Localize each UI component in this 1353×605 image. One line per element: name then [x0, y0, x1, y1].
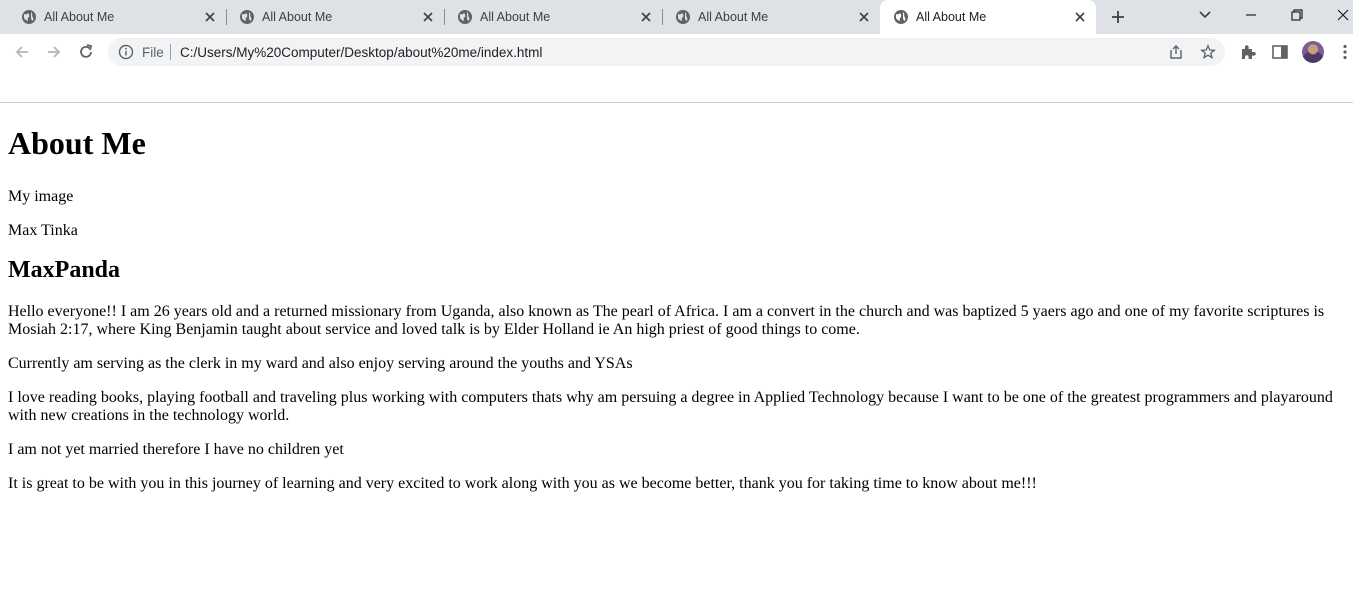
reload-icon[interactable] — [76, 42, 96, 62]
close-icon[interactable] — [1333, 5, 1353, 25]
globe-icon — [22, 10, 36, 24]
address-bar[interactable]: File C:/Users/My%20Computer/Desktop/abou… — [108, 38, 1225, 66]
back-arrow-icon[interactable] — [12, 42, 32, 62]
side-panel-icon[interactable] — [1270, 42, 1290, 62]
globe-icon — [894, 10, 908, 24]
star-icon[interactable] — [1200, 44, 1216, 60]
avatar[interactable] — [1302, 41, 1324, 63]
tab-title: All About Me — [480, 10, 551, 24]
url-text[interactable]: C:/Users/My%20Computer/Desktop/about%20m… — [180, 45, 542, 60]
forward-arrow-icon[interactable] — [44, 42, 64, 62]
tab-title: All About Me — [916, 10, 987, 24]
scheme-label: File — [142, 45, 164, 60]
plus-icon[interactable] — [1108, 7, 1128, 27]
chevron-down-icon[interactable] — [1195, 5, 1215, 25]
share-icon[interactable] — [1168, 44, 1184, 60]
tab-1[interactable]: All About Me — [8, 0, 226, 34]
bio-paragraph-1: Hello everyone!! I am 26 years old and a… — [8, 303, 1325, 338]
close-icon[interactable] — [420, 9, 436, 25]
bio-paragraph-5: It is great to be with you in this journ… — [8, 475, 1037, 492]
bio-paragraph-2: Currently am serving as the clerk in my … — [8, 355, 633, 372]
image-alt-text: My image — [8, 188, 74, 205]
close-icon[interactable] — [856, 9, 872, 25]
minimize-icon[interactable] — [1241, 5, 1261, 25]
page-title: About Me — [8, 125, 146, 161]
close-icon[interactable] — [202, 9, 218, 25]
bio-paragraph-4: I am not yet married therefore I have no… — [8, 441, 344, 458]
close-icon[interactable] — [638, 9, 654, 25]
puzzle-icon[interactable] — [1238, 42, 1258, 62]
tab-title: All About Me — [698, 10, 769, 24]
tab-title: All About Me — [44, 10, 115, 24]
close-icon[interactable] — [1072, 9, 1088, 25]
tab-strip: All About Me All About Me All About Me A… — [0, 0, 1353, 34]
tab-5-active[interactable]: All About Me — [880, 0, 1096, 34]
profile-image: My image — [8, 188, 1345, 206]
tab-2[interactable]: All About Me — [226, 0, 444, 34]
tab-4[interactable]: All About Me — [662, 0, 880, 34]
bio-paragraph-3: I love reading books, playing football a… — [8, 389, 1333, 424]
info-icon[interactable] — [118, 44, 134, 60]
nickname-heading: MaxPanda — [8, 257, 121, 283]
globe-icon — [676, 10, 690, 24]
restore-icon[interactable] — [1287, 5, 1307, 25]
browser-toolbar: File C:/Users/My%20Computer/Desktop/abou… — [0, 34, 1353, 70]
tab-3[interactable]: All About Me — [444, 0, 662, 34]
kebab-menu-icon[interactable] — [1335, 42, 1353, 62]
address-separator — [170, 44, 171, 60]
tab-title: All About Me — [262, 10, 333, 24]
name-text: Max Tinka — [8, 222, 78, 239]
globe-icon — [240, 10, 254, 24]
globe-icon — [458, 10, 472, 24]
page-content: About Me My image Max Tinka MaxPanda Hel… — [8, 103, 1345, 493]
